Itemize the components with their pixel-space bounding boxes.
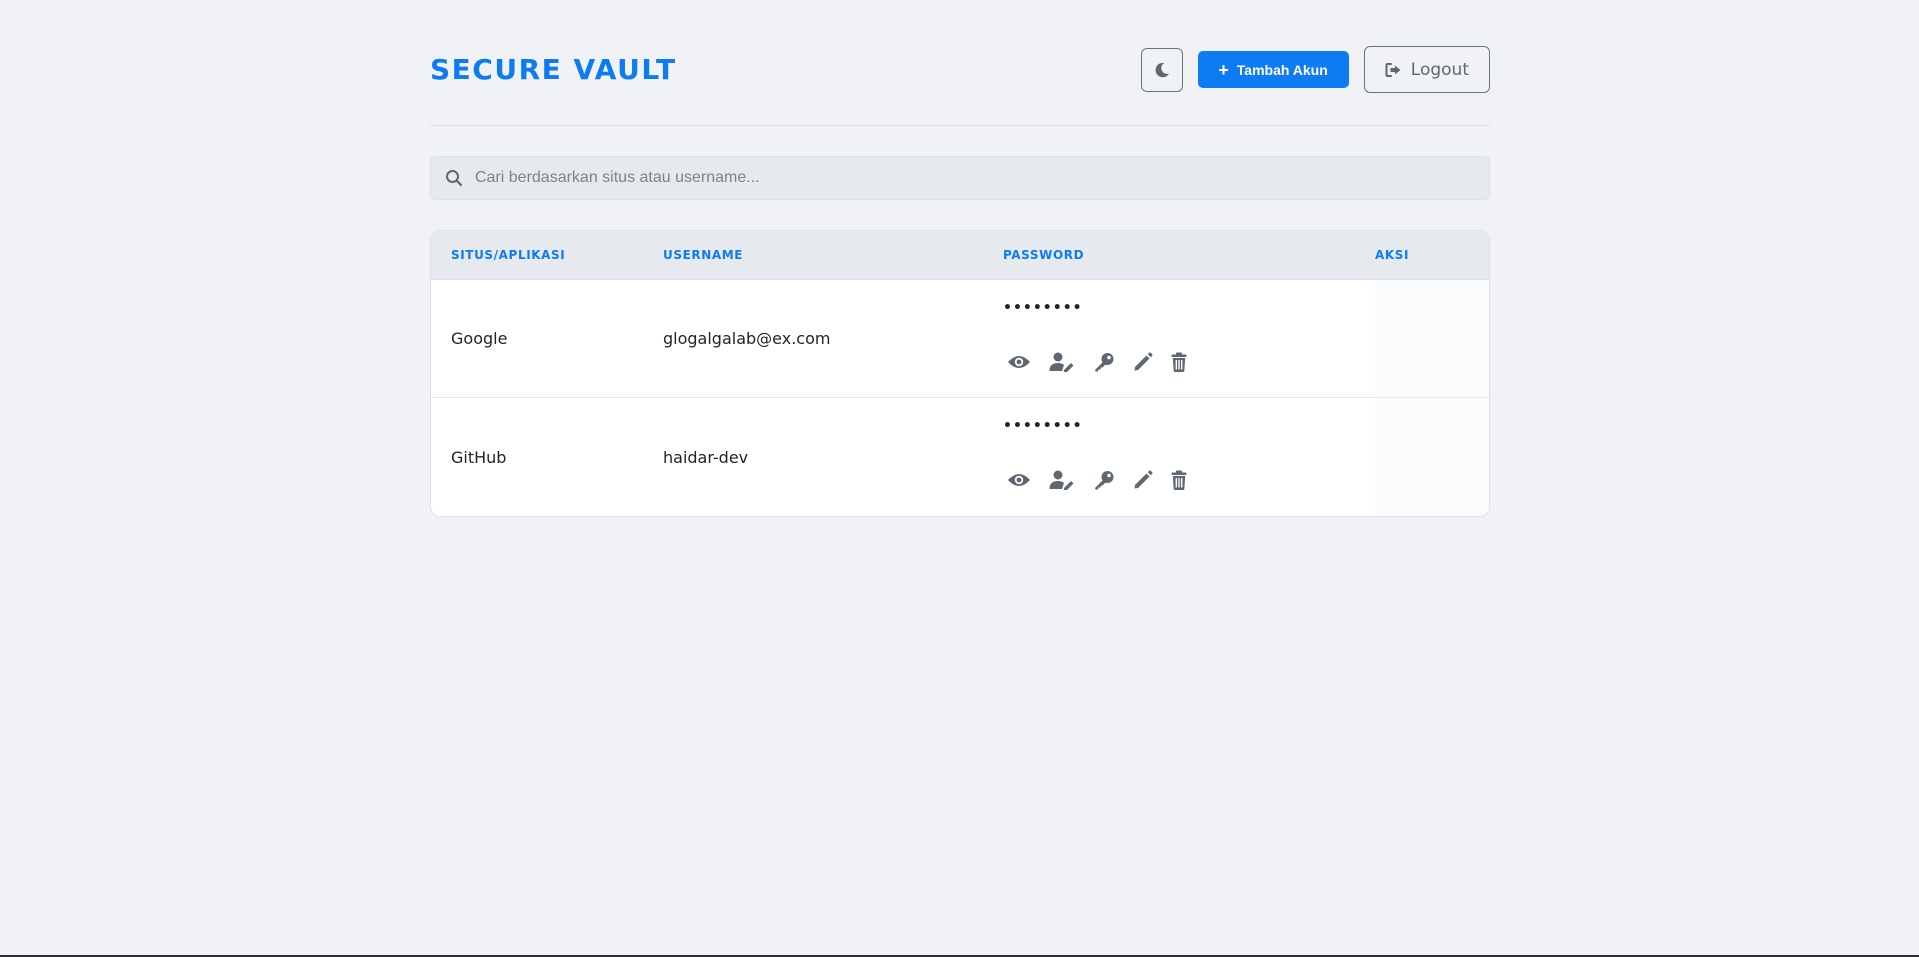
header-actions: + Tambah Akun Logout (1141, 46, 1490, 93)
trash-icon[interactable] (1171, 470, 1187, 490)
add-account-label: Tambah Akun (1236, 61, 1328, 78)
eye-icon[interactable] (1007, 472, 1031, 488)
search-icon (446, 170, 463, 187)
sign-out-icon (1385, 62, 1401, 77)
password-cell: •••••••• (1003, 280, 1375, 397)
actions-cell (1375, 280, 1489, 397)
row-action-icons (1007, 470, 1375, 490)
user-edit-icon[interactable] (1049, 352, 1075, 372)
masked-password: •••••••• (1003, 299, 1083, 316)
add-account-button[interactable]: + Tambah Akun (1198, 51, 1349, 88)
logout-button[interactable]: Logout (1363, 46, 1490, 93)
eye-icon[interactable] (1007, 354, 1031, 370)
pencil-icon[interactable] (1133, 470, 1153, 490)
trash-icon[interactable] (1171, 352, 1187, 372)
column-header-site: SITUS/APLIKASI (451, 248, 566, 262)
logout-label: Logout (1410, 59, 1469, 80)
column-header-password: PASSWORD (1003, 248, 1085, 262)
moon-icon (1155, 62, 1170, 77)
theme-toggle-button[interactable] (1141, 47, 1184, 92)
app-title: SECURE VAULT (430, 53, 677, 86)
accounts-table: SITUS/APLIKASI USERNAME PASSWORD AKSI Go… (430, 230, 1490, 517)
main-container: SECURE VAULT + Tambah Akun Logout Cari b… (430, 0, 1490, 517)
site-cell: Google (451, 329, 508, 348)
username-cell: glogalgalab@ex.com (663, 329, 831, 348)
header: SECURE VAULT + Tambah Akun Logout (430, 0, 1490, 126)
key-icon[interactable] (1093, 470, 1115, 490)
pencil-icon[interactable] (1133, 351, 1153, 372)
search-bar (430, 156, 1490, 200)
actions-cell (1375, 398, 1489, 516)
plus-icon: + (1218, 59, 1229, 80)
password-cell: •••••••• (1003, 398, 1375, 516)
user-edit-icon[interactable] (1049, 470, 1075, 490)
table-row: Google glogalgalab@ex.com •••••••• (431, 280, 1489, 398)
search-input[interactable] (475, 158, 1489, 198)
table-row: GitHub haidar-dev •••••••• (431, 398, 1489, 516)
site-cell: GitHub (451, 447, 507, 467)
column-header-username: USERNAME (663, 248, 744, 262)
row-action-icons (1007, 351, 1375, 372)
table-header: SITUS/APLIKASI USERNAME PASSWORD AKSI (431, 231, 1489, 280)
masked-password: •••••••• (1003, 418, 1083, 434)
key-icon[interactable] (1093, 352, 1115, 372)
username-cell: haidar-dev (663, 447, 749, 467)
column-header-actions: AKSI (1375, 248, 1410, 262)
